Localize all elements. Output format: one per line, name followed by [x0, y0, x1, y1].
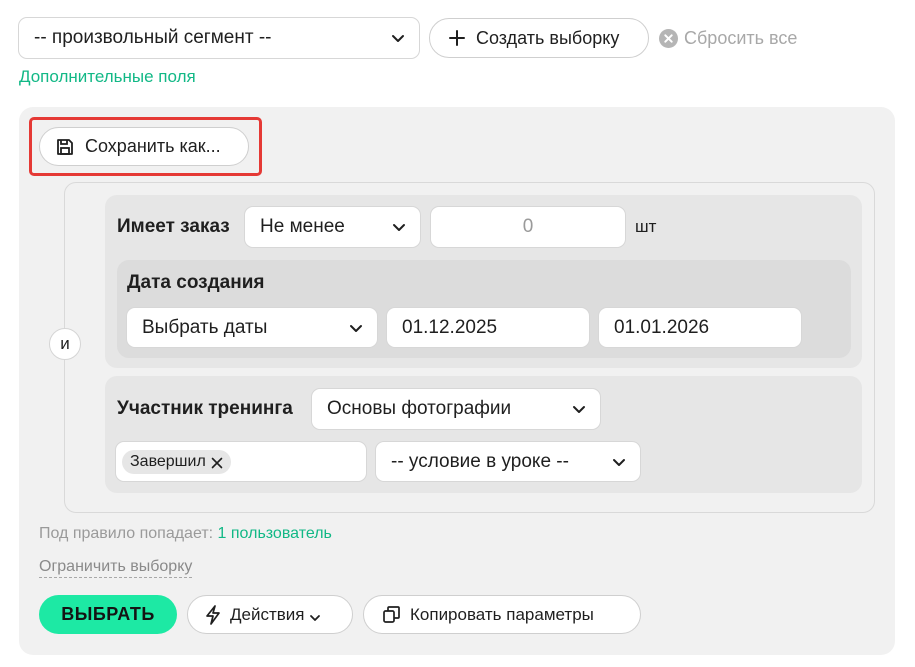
- order-condition-label: Имеет заказ: [117, 216, 230, 237]
- chevron-down-icon: [572, 402, 586, 416]
- chevron-down-icon: [392, 220, 406, 234]
- date-from-input[interactable]: 01.12.2025: [386, 307, 590, 348]
- order-amount-value: 0: [522, 216, 534, 237]
- chevron-down-icon: [391, 31, 405, 45]
- save-icon: [55, 137, 75, 157]
- chevron-down-icon: [309, 609, 321, 621]
- save-as-button[interactable]: Сохранить как...: [39, 127, 249, 166]
- actions-button[interactable]: Действия: [187, 595, 353, 634]
- date-mode-select[interactable]: Выбрать даты: [126, 307, 378, 348]
- reset-all-button[interactable]: Сбросить все: [659, 26, 797, 50]
- select-button-label: ВЫБРАТЬ: [61, 604, 155, 624]
- reset-all-label: Сбросить все: [684, 27, 798, 48]
- lesson-condition-value: -- условие в уроке --: [391, 450, 569, 472]
- limit-selection-link[interactable]: Ограничить выборку: [39, 558, 193, 578]
- date-created-label: Дата создания: [127, 272, 265, 293]
- copy-params-button[interactable]: Копировать параметры: [363, 595, 641, 634]
- copy-params-label: Копировать параметры: [410, 604, 594, 624]
- date-to-value: 01.01.2026: [614, 316, 710, 338]
- date-from-value: 01.12.2025: [402, 316, 498, 338]
- status-tag-label: Завершил: [130, 452, 206, 470]
- chevron-down-icon: [612, 455, 626, 469]
- extra-fields-link[interactable]: Дополнительные поля: [19, 67, 196, 87]
- create-selection-button[interactable]: Создать выборку: [429, 18, 649, 58]
- chevron-down-icon: [349, 321, 363, 335]
- select-button[interactable]: ВЫБРАТЬ: [39, 595, 177, 634]
- order-unit: шт: [635, 217, 657, 236]
- training-select[interactable]: Основы фотографии: [311, 388, 601, 430]
- segment-select[interactable]: -- произвольный сегмент --: [18, 17, 420, 59]
- date-to-input[interactable]: 01.01.2026: [598, 307, 802, 348]
- segment-select-value: -- произвольный сегмент --: [34, 27, 272, 48]
- status-tags-input[interactable]: Завершил: [115, 441, 367, 482]
- training-condition-label: Участник тренинга: [117, 398, 293, 419]
- and-badge-label: и: [60, 334, 70, 353]
- summary-prefix: Под правило попадает:: [39, 525, 214, 542]
- actions-button-label: Действия: [230, 604, 305, 624]
- order-operator-select[interactable]: Не менее: [244, 206, 421, 248]
- summary: Под правило попадает: 1 пользователь: [39, 525, 332, 543]
- and-badge[interactable]: и: [49, 328, 81, 360]
- plus-icon: [448, 29, 466, 47]
- close-icon[interactable]: [211, 456, 223, 468]
- copy-icon: [382, 605, 401, 624]
- order-amount-input[interactable]: 0: [430, 206, 626, 248]
- order-operator-value: Не менее: [260, 216, 345, 237]
- create-selection-label: Создать выборку: [476, 27, 620, 48]
- training-value: Основы фотографии: [327, 398, 512, 419]
- close-circle-icon: [659, 28, 678, 48]
- matched-users-link[interactable]: 1 пользователь: [218, 525, 332, 542]
- save-as-label: Сохранить как...: [85, 136, 221, 156]
- date-mode-value: Выбрать даты: [142, 316, 268, 338]
- status-tag[interactable]: Завершил: [122, 449, 231, 474]
- lesson-condition-select[interactable]: -- условие в уроке --: [375, 441, 641, 482]
- lightning-icon: [204, 604, 222, 625]
